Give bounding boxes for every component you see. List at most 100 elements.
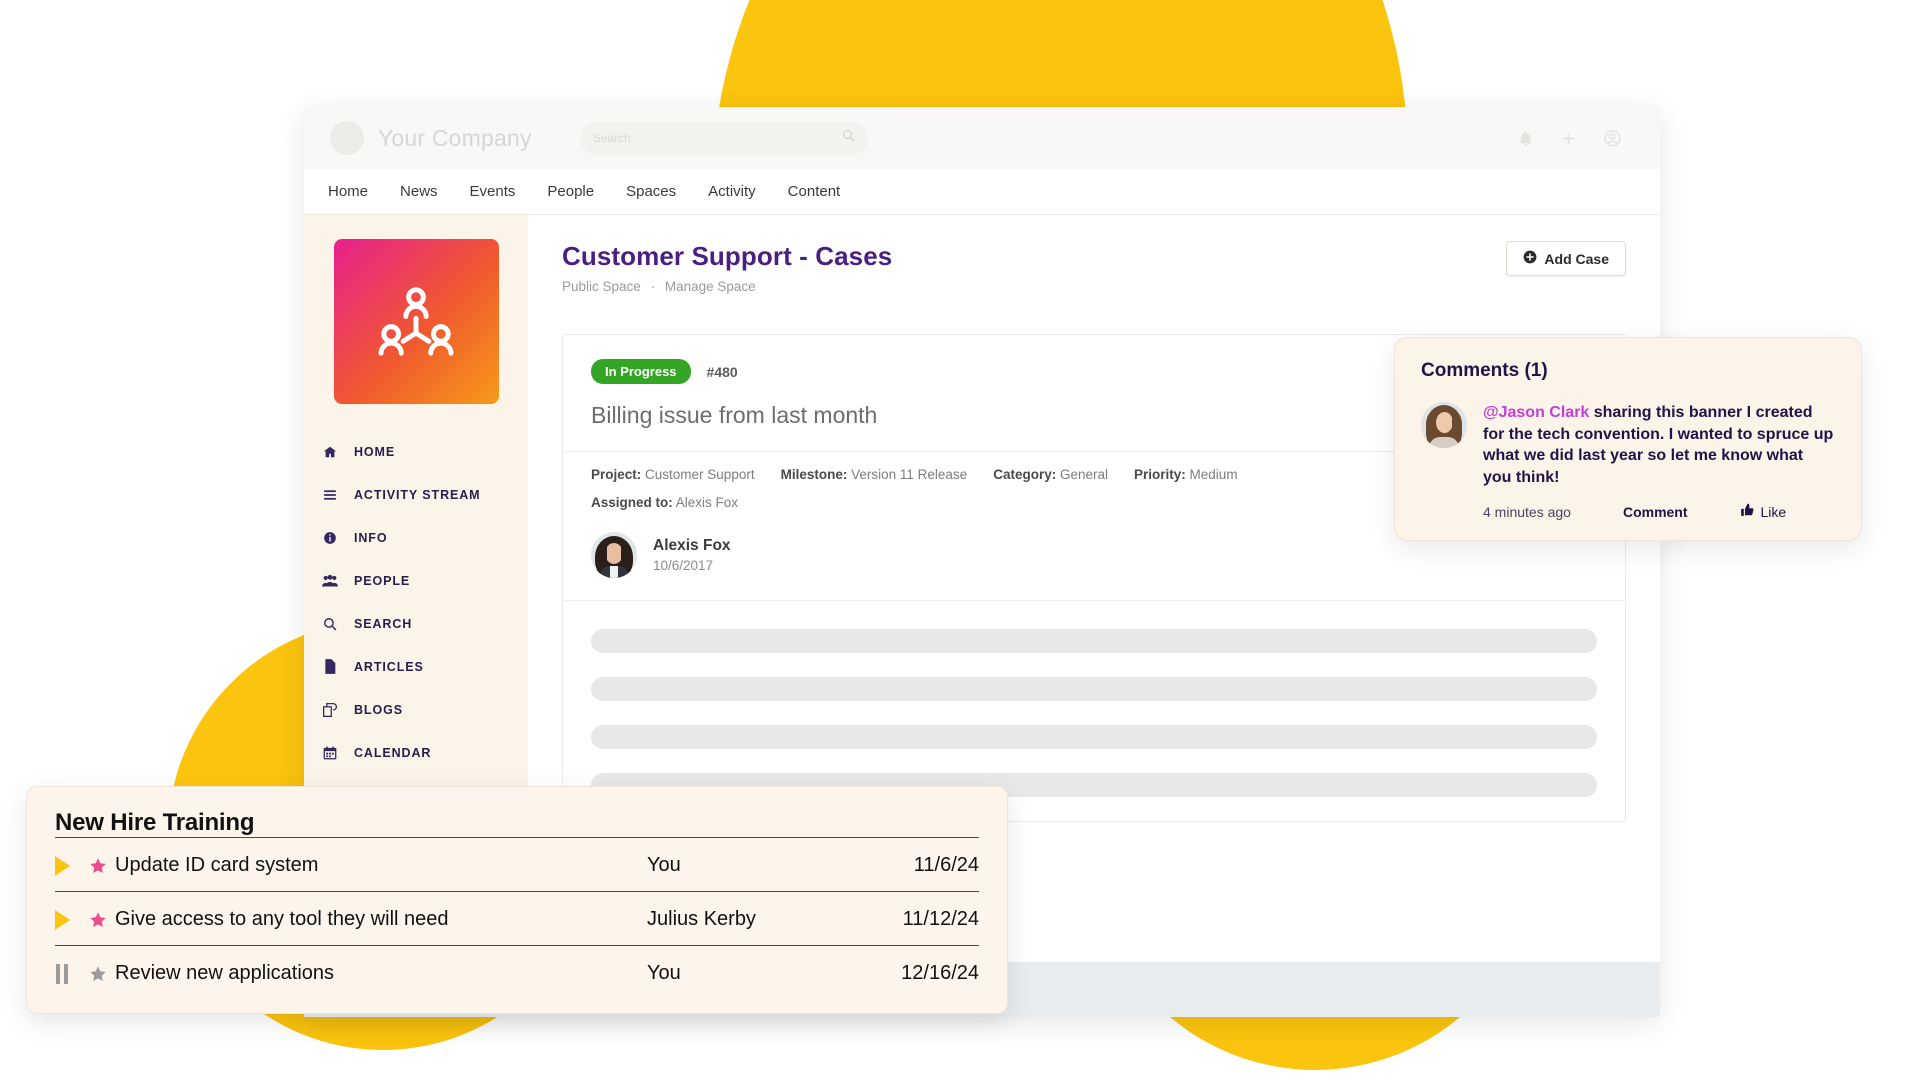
meta-category-label: Category: — [993, 467, 1057, 482]
search-input[interactable] — [592, 131, 855, 145]
sidebar-item-label: ACTIVITY STREAM — [354, 487, 481, 502]
meta-category: Category: General — [993, 467, 1108, 482]
sidebar-item-articles[interactable]: ARTICLES — [304, 645, 528, 688]
add-case-button[interactable]: Add Case — [1506, 241, 1626, 276]
brand-name: Your Company — [378, 124, 532, 151]
comment-timestamp: 4 minutes ago — [1483, 503, 1571, 520]
add-case-label: Add Case — [1544, 250, 1609, 267]
meta-project-value: Customer Support — [645, 467, 755, 482]
info-circle-icon — [322, 531, 338, 545]
author-name: Alexis Fox — [653, 537, 731, 554]
avatar — [1421, 402, 1467, 448]
sidebar-item-blogs[interactable]: BLOGS — [304, 688, 528, 731]
meta-priority-value: Medium — [1189, 467, 1238, 482]
nav-item-events[interactable]: Events — [470, 183, 516, 200]
brand-logo[interactable]: Your Company — [330, 121, 532, 155]
space-visibility: Public Space — [562, 279, 641, 294]
content-placeholder — [563, 601, 1625, 797]
task-row[interactable]: Update ID card system You 11/6/24 — [55, 837, 979, 891]
task-date: 11/12/24 — [902, 908, 979, 930]
comments-title: Comments (1) — [1421, 360, 1548, 381]
task-label: Give access to any tool they will need — [115, 908, 449, 930]
play-icon[interactable] — [55, 909, 81, 930]
sidebar-item-search[interactable]: SEARCH — [304, 602, 528, 645]
assignee-label: Assigned to: — [591, 495, 673, 510]
comments-card: Comments (1) @Jason Clark sharing this b… — [1394, 337, 1862, 542]
task-owner: You — [647, 854, 681, 876]
meta-priority-label: Priority: — [1134, 467, 1186, 482]
search-icon — [322, 617, 338, 631]
play-icon[interactable] — [55, 855, 81, 876]
list-icon — [322, 488, 338, 502]
avatar — [591, 532, 637, 578]
header-actions — [1517, 129, 1622, 148]
sidebar-item-label: SEARCH — [354, 616, 413, 631]
account-circle-icon[interactable] — [1603, 129, 1622, 148]
task-card-title: New Hire Training — [55, 809, 255, 836]
sidebar-item-calendar[interactable]: CALENDAR — [304, 731, 528, 774]
star-icon[interactable] — [81, 857, 115, 875]
sidebar-item-home[interactable]: HOME — [304, 430, 528, 473]
comment-text: @Jason Clark sharing this banner I creat… — [1483, 402, 1835, 488]
search-icon — [842, 129, 855, 147]
space-header: Customer Support - Cases Public Space · … — [562, 241, 1626, 294]
sidebar-item-info[interactable]: INFO — [304, 516, 528, 559]
app-header: Your Company — [304, 107, 1660, 169]
primary-nav: Home News Events People Spaces Activity … — [304, 169, 1660, 215]
assignee-value: Alexis Fox — [675, 495, 739, 510]
placeholder-bar — [591, 677, 1597, 701]
sidebar-item-label: PEOPLE — [354, 573, 411, 588]
breadcrumb: Public Space · Manage Space — [562, 279, 892, 294]
meta-milestone: Milestone: Version 11 Release — [781, 467, 968, 482]
people-network-icon — [333, 239, 499, 404]
task-row[interactable]: Give access to any tool they will need J… — [55, 891, 979, 945]
comment-like-button[interactable]: Like — [1740, 503, 1787, 520]
task-label: Review new applications — [115, 962, 335, 984]
comment-item: @Jason Clark sharing this banner I creat… — [1421, 402, 1835, 488]
meta-category-value: General — [1059, 467, 1109, 482]
logo-mark-icon — [330, 121, 364, 155]
star-icon[interactable] — [81, 911, 115, 929]
plus-circle-icon — [1523, 250, 1537, 267]
sidebar-item-label: INFO — [354, 530, 388, 545]
page-title: Customer Support - Cases — [562, 241, 893, 271]
nav-item-news[interactable]: News — [400, 183, 438, 200]
manage-space-link[interactable]: Manage Space — [665, 279, 756, 294]
meta-project-label: Project: — [591, 467, 642, 482]
nav-item-home[interactable]: Home — [328, 183, 368, 200]
nav-item-people[interactable]: People — [547, 183, 594, 200]
task-card: New Hire Training Update ID card system … — [26, 786, 1008, 1014]
blogs-icon — [322, 702, 338, 717]
nav-item-content[interactable]: Content — [788, 183, 841, 200]
home-icon — [322, 445, 338, 459]
pause-icon[interactable] — [55, 963, 81, 984]
breadcrumb-separator: · — [650, 279, 656, 294]
sidebar-item-label: CALENDAR — [354, 745, 432, 760]
sidebar-item-activity-stream[interactable]: ACTIVITY STREAM — [304, 473, 528, 516]
task-date: 12/16/24 — [901, 962, 979, 984]
page-root: Your Company Search Home News Events Peo… — [0, 0, 1920, 1080]
task-label: Update ID card system — [115, 854, 319, 876]
comment-reply-button[interactable]: Comment — [1623, 504, 1688, 520]
thumbs-up-icon — [1740, 503, 1754, 520]
people-group-icon — [322, 574, 338, 588]
like-label: Like — [1760, 503, 1787, 520]
task-date: 11/6/24 — [913, 854, 979, 876]
mention-link[interactable]: @Jason Clark — [1483, 404, 1589, 421]
case-number: #480 — [706, 363, 738, 380]
sidebar-item-label: ARTICLES — [354, 659, 424, 674]
nav-item-activity[interactable]: Activity — [708, 183, 756, 200]
global-search[interactable] — [579, 121, 868, 155]
nav-item-spaces[interactable]: Spaces — [626, 183, 676, 200]
comment-actions: 4 minutes ago Comment Like — [1421, 503, 1835, 520]
placeholder-bar — [591, 725, 1597, 749]
star-icon[interactable] — [81, 965, 115, 983]
meta-milestone-label: Milestone: — [780, 467, 848, 482]
sidebar-item-label: HOME — [354, 444, 396, 459]
sidebar-item-people[interactable]: PEOPLE — [304, 559, 528, 602]
task-owner: You — [647, 962, 681, 984]
bell-icon[interactable] — [1517, 130, 1534, 147]
plus-icon[interactable] — [1560, 130, 1577, 147]
placeholder-bar — [591, 629, 1597, 653]
task-row[interactable]: Review new applications You 12/16/24 — [55, 945, 979, 999]
